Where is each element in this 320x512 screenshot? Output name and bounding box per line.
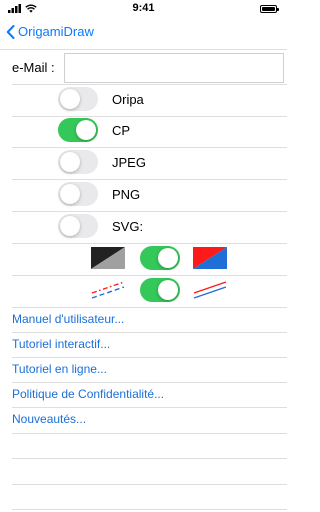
switch-row-oripa: Oripa: [0, 82, 287, 116]
back-button[interactable]: OrigamiDraw: [6, 24, 94, 39]
battery-icon: [260, 5, 279, 13]
switch-row-cp: CP: [0, 113, 287, 147]
jpeg-label: JPEG: [112, 155, 146, 170]
color-switch[interactable]: [140, 246, 180, 270]
svg-label: SVG:: [112, 219, 144, 234]
link-whats-new[interactable]: Nouveautés...: [0, 407, 287, 432]
switch-knob: [60, 89, 80, 109]
status-bar: 9:41: [0, 0, 287, 20]
empty-row-divider: [12, 458, 287, 459]
chevron-left-icon: [6, 24, 15, 39]
row-divider: [12, 433, 287, 434]
back-button-label: OrigamiDraw: [18, 24, 94, 39]
switch-row-png: PNG: [0, 177, 287, 211]
link-online-tutorial[interactable]: Tutoriel en ligne...: [0, 357, 287, 382]
link-user-manual[interactable]: Manuel d'utilisateur...: [0, 307, 287, 332]
switch-knob: [60, 152, 80, 172]
switch-knob: [158, 280, 178, 300]
email-row: e-Mail :: [0, 50, 287, 84]
switch-knob: [60, 216, 80, 236]
switch-knob: [158, 248, 178, 268]
switch-knob: [76, 120, 96, 140]
link-privacy-policy[interactable]: Politique de Confidentialité...: [0, 382, 287, 407]
link-interactive-tutorial-label: Tutoriel interactif...: [12, 337, 111, 351]
line-option-row: [0, 273, 287, 307]
cp-switch[interactable]: [58, 118, 98, 142]
empty-row-divider: [12, 484, 287, 485]
jpeg-switch[interactable]: [58, 150, 98, 174]
line-style-switch[interactable]: [140, 278, 180, 302]
switch-row-jpeg: JPEG: [0, 145, 287, 179]
oripa-label: Oripa: [112, 92, 144, 107]
cp-label: CP: [112, 123, 131, 138]
png-label: PNG: [112, 187, 141, 202]
gray-black-diagonal-tile-icon: [91, 247, 125, 269]
switch-knob: [60, 184, 80, 204]
switch-row-svg: SVG:: [0, 209, 287, 243]
link-user-manual-label: Manuel d'utilisateur...: [12, 312, 125, 326]
svg-switch[interactable]: [58, 214, 98, 238]
link-online-tutorial-label: Tutoriel en ligne...: [12, 362, 107, 376]
nav-bar: OrigamiDraw: [0, 20, 287, 46]
link-whats-new-label: Nouveautés...: [12, 412, 87, 426]
red-blue-solid-lines-icon: [193, 279, 227, 301]
png-switch[interactable]: [58, 182, 98, 206]
empty-row-divider: [12, 509, 287, 510]
red-blue-dashed-lines-icon: [91, 279, 125, 301]
color-option-row: [0, 241, 287, 275]
link-interactive-tutorial[interactable]: Tutoriel interactif...: [0, 332, 287, 357]
oripa-switch[interactable]: [58, 87, 98, 111]
email-field[interactable]: [64, 53, 284, 83]
email-label: e-Mail :: [12, 60, 55, 75]
status-time: 9:41: [132, 2, 155, 14]
link-privacy-policy-label: Politique de Confidentialité...: [12, 387, 165, 401]
red-blue-diagonal-tile-icon: [193, 247, 227, 269]
